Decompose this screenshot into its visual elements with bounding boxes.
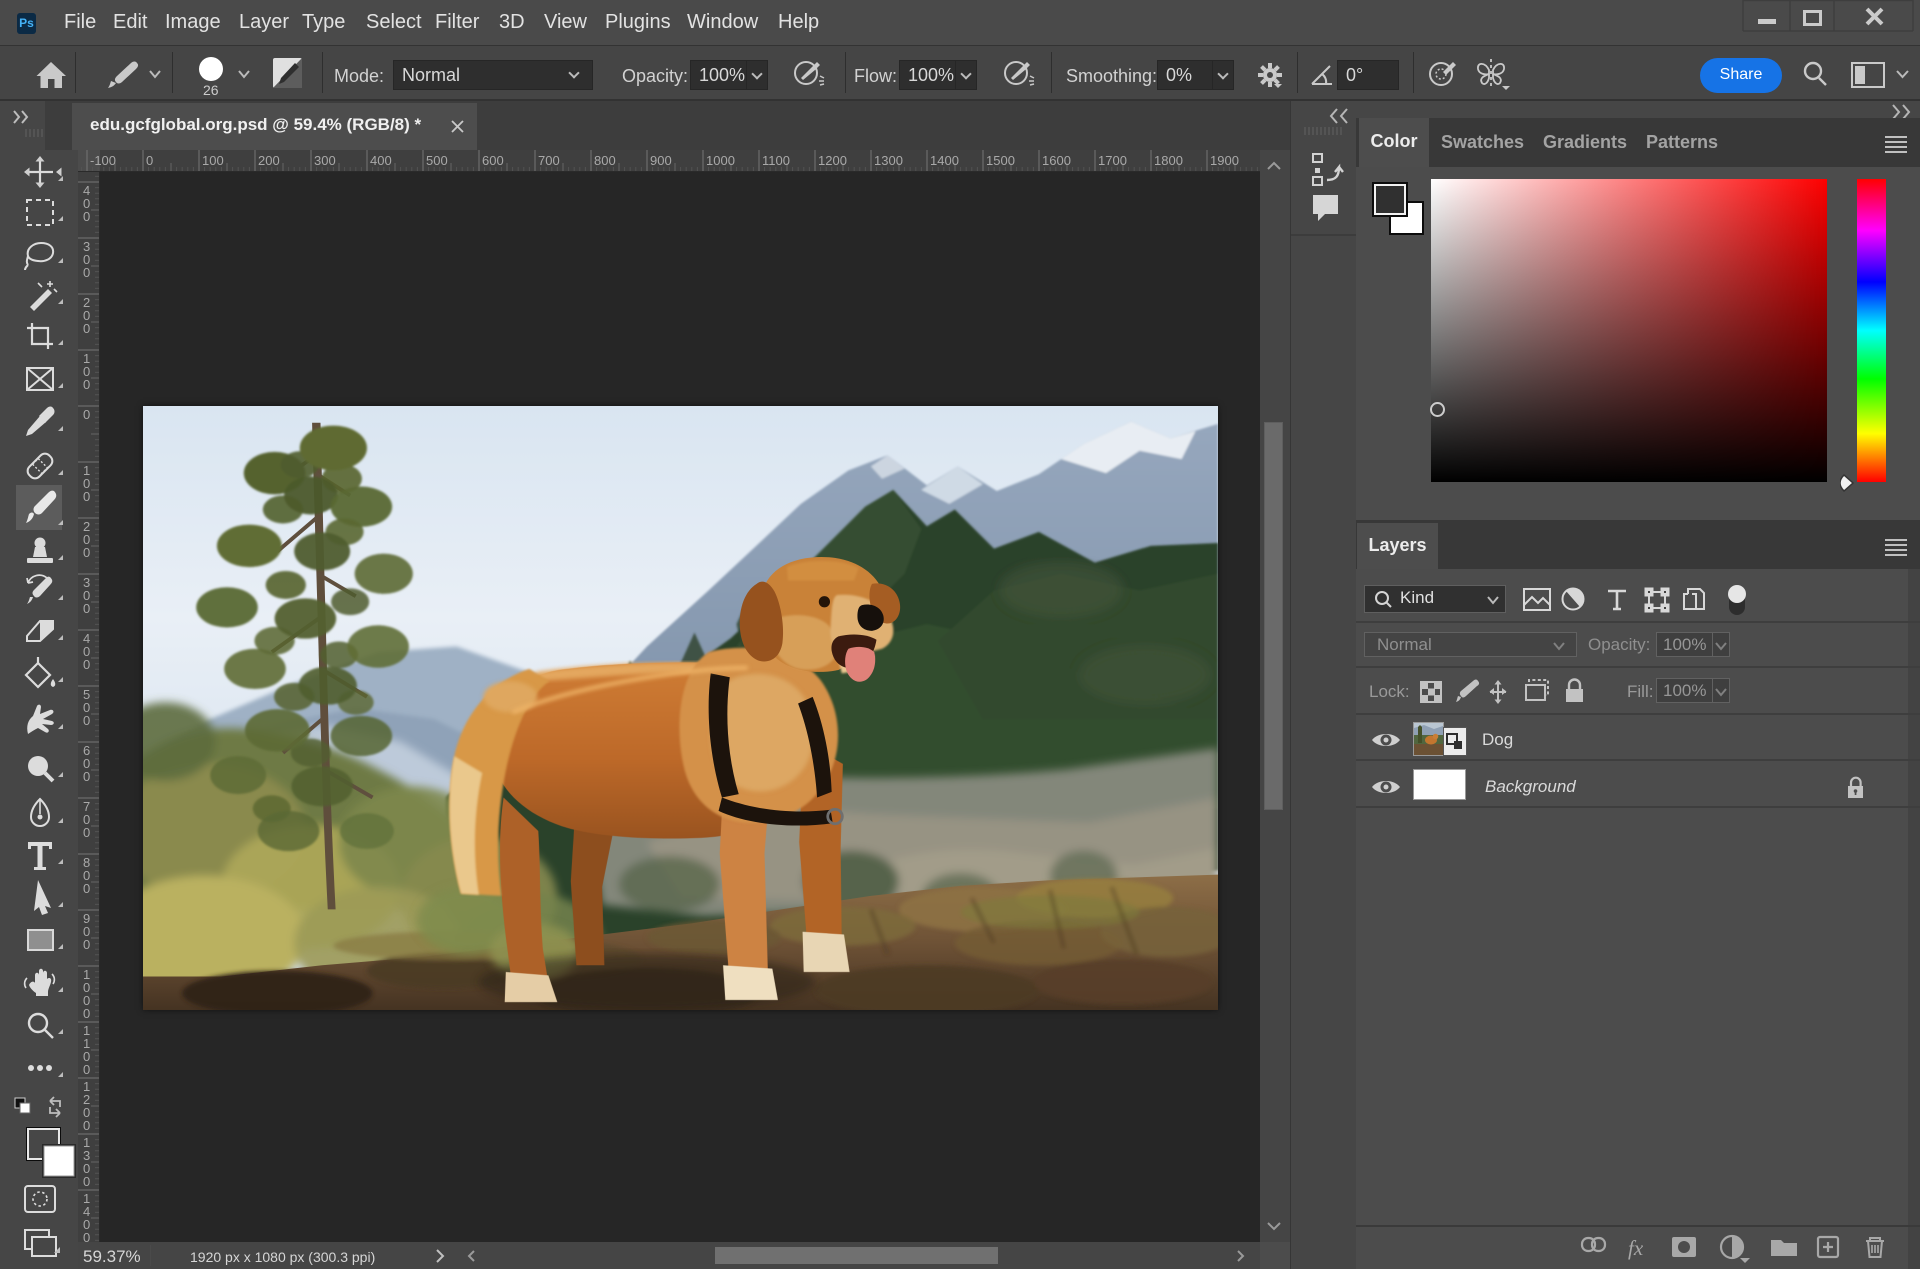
svg-text:0: 0 — [83, 209, 90, 224]
svg-text:1700: 1700 — [1098, 153, 1127, 168]
svg-text:0: 0 — [83, 407, 90, 422]
svg-text:300: 300 — [314, 153, 336, 168]
svg-text:1300: 1300 — [874, 153, 903, 168]
svg-text:0: 0 — [83, 601, 90, 616]
svg-text:0: 0 — [83, 1118, 90, 1133]
svg-text:0: 0 — [83, 825, 90, 840]
svg-text:900: 900 — [650, 153, 672, 168]
svg-text:1000: 1000 — [706, 153, 735, 168]
svg-text:0: 0 — [83, 769, 90, 784]
svg-text:0: 0 — [83, 489, 90, 504]
svg-text:0: 0 — [83, 265, 90, 280]
svg-text:fx: fx — [1628, 1236, 1644, 1260]
svg-text:100: 100 — [202, 153, 224, 168]
svg-text:0: 0 — [83, 937, 90, 952]
svg-text:0: 0 — [83, 1230, 90, 1242]
svg-text:0: 0 — [83, 545, 90, 560]
svg-text:500: 500 — [426, 153, 448, 168]
svg-text:1500: 1500 — [986, 153, 1015, 168]
svg-text:0: 0 — [83, 657, 90, 672]
svg-text:0: 0 — [83, 1174, 90, 1189]
svg-text:1800: 1800 — [1154, 153, 1183, 168]
svg-text:400: 400 — [370, 153, 392, 168]
svg-text:0: 0 — [83, 713, 90, 728]
svg-text:600: 600 — [482, 153, 504, 168]
svg-text:800: 800 — [594, 153, 616, 168]
svg-text:700: 700 — [538, 153, 560, 168]
svg-text:0: 0 — [83, 1062, 90, 1077]
svg-text:1100: 1100 — [762, 153, 790, 168]
svg-text:0: 0 — [146, 153, 153, 168]
svg-text:0: 0 — [83, 377, 90, 392]
svg-text:1600: 1600 — [1042, 153, 1071, 168]
svg-text:1200: 1200 — [818, 153, 847, 168]
svg-text:1400: 1400 — [930, 153, 959, 168]
svg-text:200: 200 — [258, 153, 280, 168]
svg-text:0: 0 — [83, 1006, 90, 1021]
svg-text:1900: 1900 — [1210, 153, 1239, 168]
svg-text:0: 0 — [83, 881, 90, 896]
svg-text:0: 0 — [83, 321, 90, 336]
svg-text:-100: -100 — [90, 153, 116, 168]
